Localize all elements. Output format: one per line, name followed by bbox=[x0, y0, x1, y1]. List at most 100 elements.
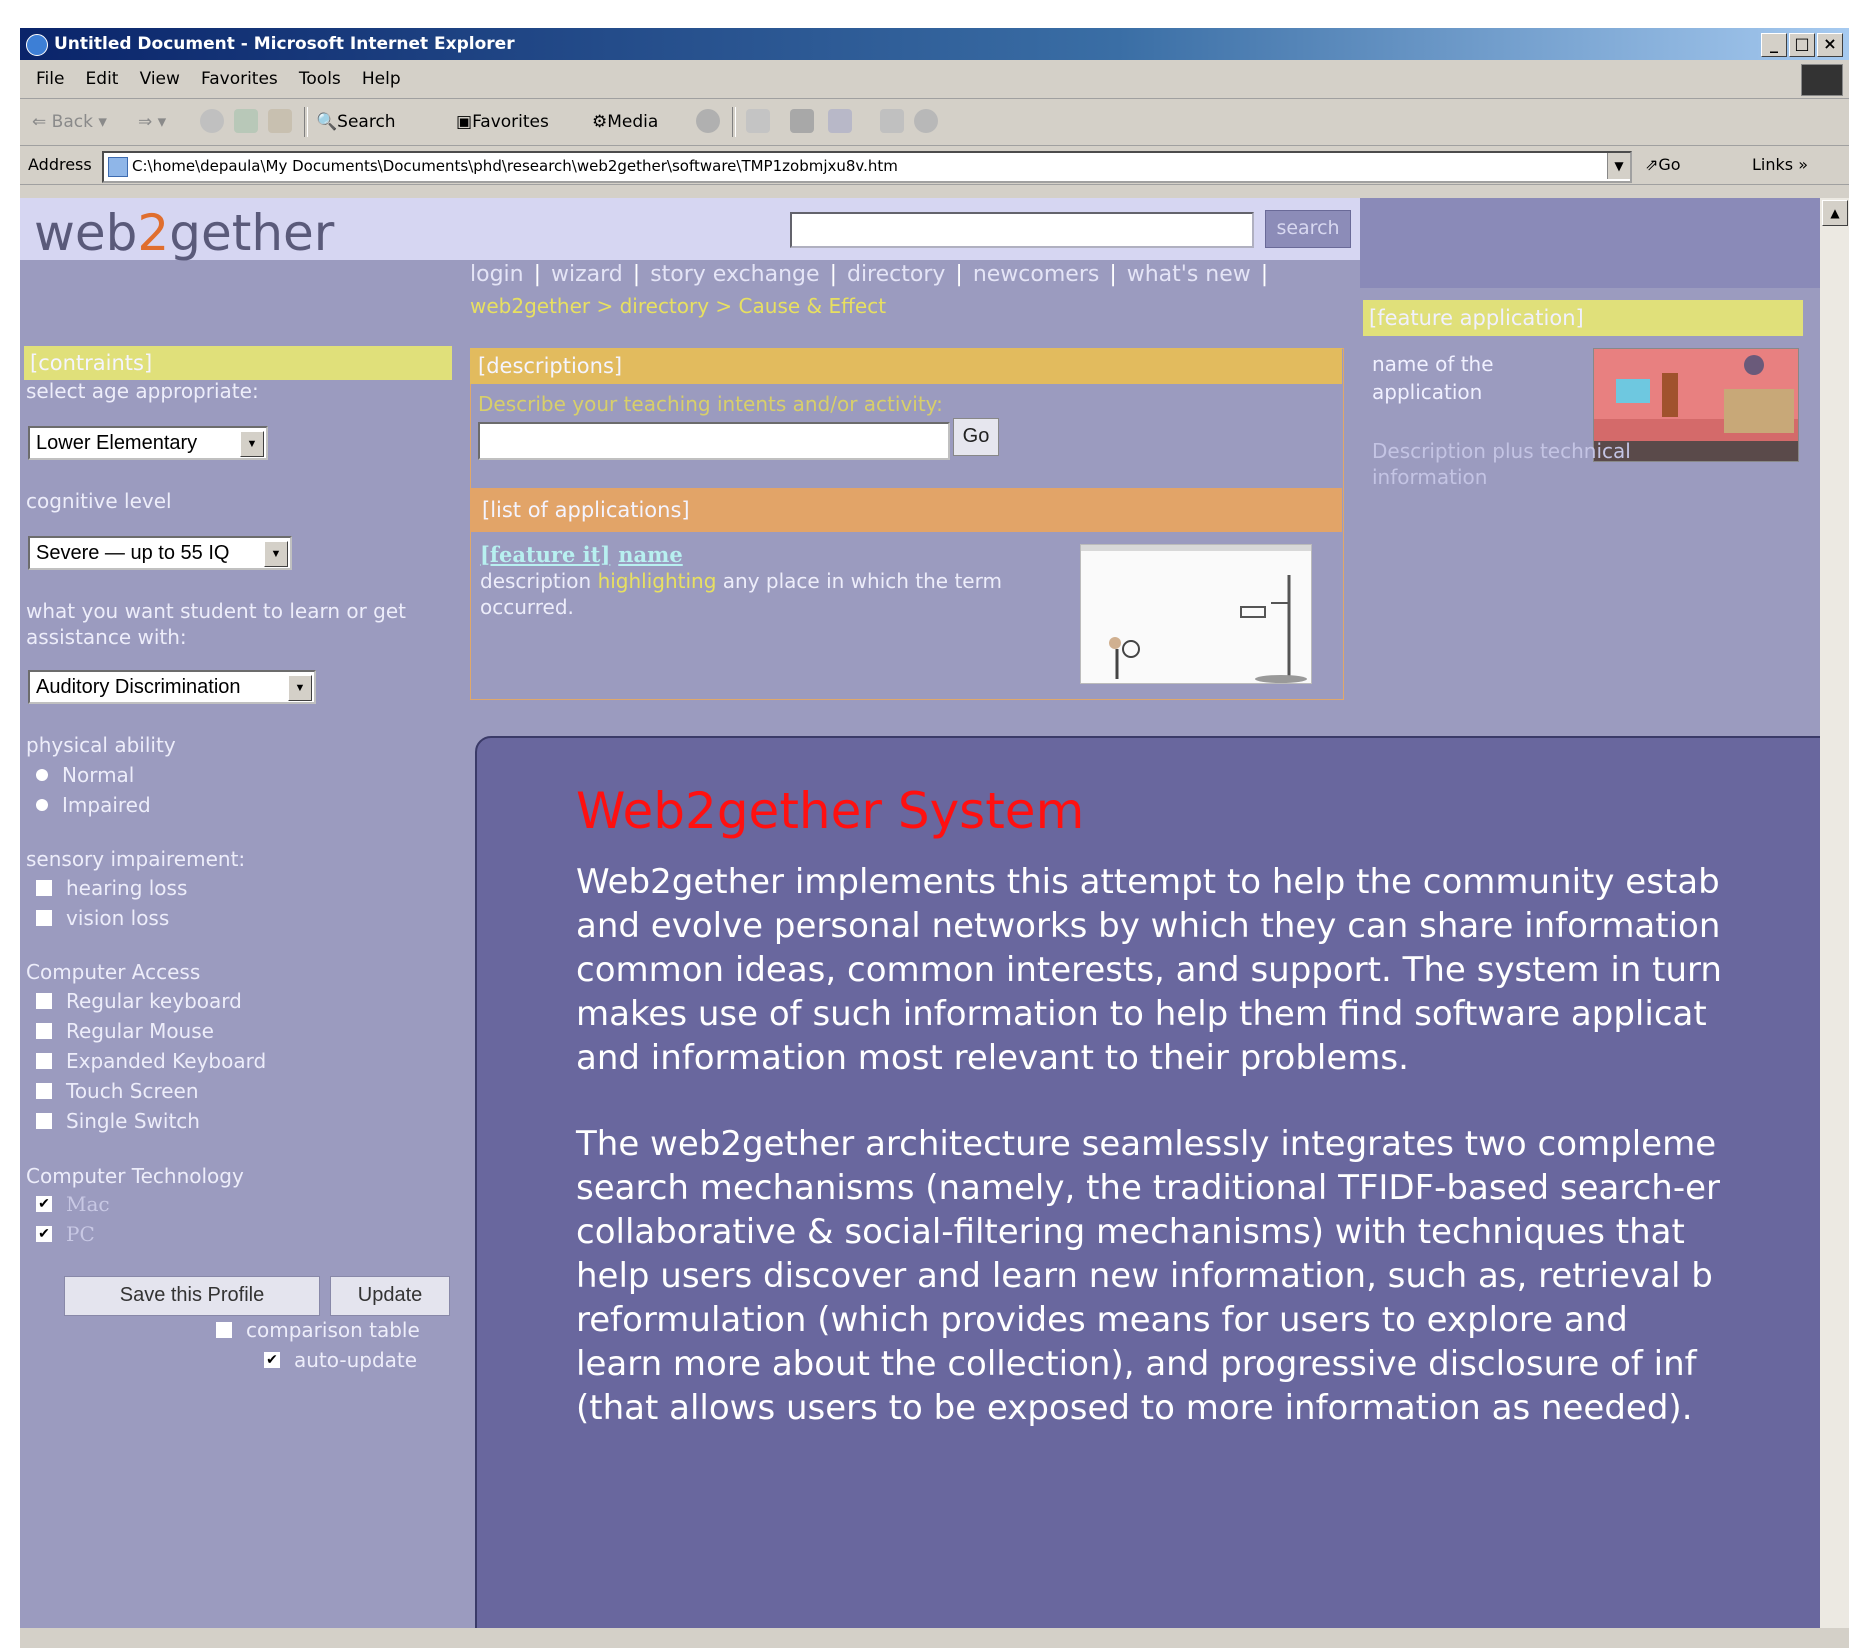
age-label: select age appropriate: bbox=[26, 379, 259, 403]
stop-icon[interactable] bbox=[200, 109, 224, 133]
basketball-illustration bbox=[1081, 545, 1311, 683]
save-profile-button[interactable]: Save this Profile bbox=[64, 1276, 320, 1316]
cognitive-label: cognitive level bbox=[26, 489, 172, 513]
single-switch-checkbox[interactable]: Single Switch bbox=[36, 1108, 200, 1134]
chevron-down-icon: ▼ bbox=[240, 431, 264, 457]
media-button[interactable]: ⚙Media bbox=[592, 109, 658, 135]
expanded-keyboard-checkbox[interactable]: Expanded Keyboard bbox=[36, 1048, 266, 1074]
checkmark-icon: ✔ bbox=[264, 1351, 280, 1368]
refresh-icon[interactable] bbox=[234, 109, 258, 133]
physical-label: physical ability bbox=[26, 733, 176, 757]
nav-login[interactable]: login bbox=[470, 262, 524, 287]
checkbox-icon bbox=[36, 992, 52, 1009]
application-item-title: [feature it] name bbox=[480, 542, 683, 567]
checkbox-icon bbox=[216, 1321, 232, 1338]
sensory-label: sensory impairement: bbox=[26, 847, 246, 871]
checkmark-icon: ✔ bbox=[36, 1225, 52, 1242]
favorites-button[interactable]: ▣Favorites bbox=[456, 109, 549, 135]
descriptions-header: [descriptions] bbox=[470, 348, 1342, 384]
feature-app-name: name of the application bbox=[1372, 352, 1494, 404]
vision-loss-checkbox[interactable]: vision loss bbox=[36, 905, 169, 931]
feature-it-link[interactable]: [feature it] bbox=[480, 542, 610, 567]
breadcrumb[interactable]: web2gether > directory > Cause & Effect bbox=[470, 294, 886, 318]
checkbox-icon bbox=[36, 1082, 52, 1099]
nav-wizard[interactable]: wizard bbox=[551, 262, 623, 287]
age-select[interactable]: Lower Elementary ▼ bbox=[28, 426, 268, 460]
chevron-down-icon: ▼ bbox=[264, 541, 288, 567]
feature-app-description: Description plus technical information bbox=[1372, 439, 1631, 489]
back-button[interactable]: ⇐ Back ▾ bbox=[32, 109, 107, 135]
constraints-header: [contraints] bbox=[24, 346, 452, 380]
application-name-link[interactable]: name bbox=[618, 542, 682, 567]
vertical-scrollbar[interactable]: ▲ bbox=[1820, 198, 1849, 1628]
links-button[interactable]: Links » bbox=[1752, 155, 1808, 174]
checkbox-icon bbox=[36, 879, 52, 896]
regular-mouse-checkbox[interactable]: Regular Mouse bbox=[36, 1018, 214, 1044]
menu-edit[interactable]: Edit bbox=[86, 60, 119, 98]
print-icon[interactable] bbox=[790, 109, 814, 133]
physical-normal-radio[interactable]: Normal bbox=[36, 762, 134, 788]
mac-checkbox[interactable]: ✔ Mac bbox=[36, 1191, 110, 1217]
application-item-description: description highlighting any place in wh… bbox=[480, 569, 1002, 619]
pc-checkbox[interactable]: ✔ PC bbox=[36, 1221, 95, 1247]
nav-whats-new[interactable]: what's new bbox=[1127, 262, 1251, 287]
history-icon[interactable] bbox=[696, 109, 720, 133]
close-button[interactable]: × bbox=[1817, 33, 1843, 57]
learn-label: what you want student to learn or get as… bbox=[26, 599, 407, 649]
go-button[interactable]: ⇗Go bbox=[1645, 155, 1681, 174]
status-bar bbox=[20, 1628, 1849, 1648]
nav-story-exchange[interactable]: story exchange bbox=[650, 262, 819, 287]
site-search-input[interactable] bbox=[790, 212, 1254, 248]
minimize-button[interactable]: _ bbox=[1761, 33, 1787, 57]
site-header: web2gether search bbox=[20, 198, 1360, 262]
cognitive-select[interactable]: Severe — up to 55 IQ ▼ bbox=[28, 536, 292, 570]
header-right-shade bbox=[1360, 198, 1820, 288]
descriptions-input[interactable] bbox=[478, 422, 950, 460]
mail-icon[interactable] bbox=[746, 109, 770, 133]
page-content: web2gether search login | wizard | story exc… bbox=[20, 198, 1820, 1628]
overlay-paragraph-2: The web2gether architecture seamlessly i… bbox=[576, 1124, 1720, 1428]
edit-icon[interactable] bbox=[828, 109, 852, 133]
site-search-button[interactable]: search bbox=[1265, 210, 1351, 248]
home-icon[interactable] bbox=[268, 109, 292, 133]
nav-directory[interactable]: directory bbox=[847, 262, 945, 287]
scroll-up-icon[interactable]: ▲ bbox=[1822, 200, 1848, 226]
descriptions-go-button[interactable]: Go bbox=[953, 418, 999, 456]
menu-file[interactable]: File bbox=[36, 60, 64, 98]
toolbar: ⇐ Back ▾ ⇒ ▾ 🔍Search ▣Favorites ⚙Media bbox=[20, 99, 1849, 146]
checkbox-icon bbox=[36, 909, 52, 926]
search-button[interactable]: 🔍Search bbox=[316, 109, 396, 135]
physical-impaired-radio[interactable]: Impaired bbox=[36, 792, 151, 818]
tech-label: Computer Technology bbox=[26, 1164, 244, 1188]
browser-window: Untitled Document - Microsoft Internet E… bbox=[20, 28, 1849, 1648]
menu-help[interactable]: Help bbox=[362, 60, 401, 98]
application-thumbnail[interactable] bbox=[1080, 544, 1312, 684]
hearing-loss-checkbox[interactable]: hearing loss bbox=[36, 875, 187, 901]
site-nav: login | wizard | story exchange | directory | ne… bbox=[470, 262, 1269, 287]
regular-keyboard-checkbox[interactable]: Regular keyboard bbox=[36, 988, 242, 1014]
address-input[interactable] bbox=[132, 155, 1592, 177]
touch-screen-checkbox[interactable]: Touch Screen bbox=[36, 1078, 199, 1104]
nav-newcomers[interactable]: newcomers bbox=[973, 262, 1100, 287]
toolbar-separator bbox=[732, 107, 736, 137]
checkbox-icon bbox=[36, 1052, 52, 1069]
forward-button[interactable]: ⇒ ▾ bbox=[138, 109, 166, 135]
address-dropdown-icon[interactable]: ▼ bbox=[1607, 153, 1630, 179]
discuss-icon[interactable] bbox=[880, 109, 904, 133]
menu-view[interactable]: View bbox=[140, 60, 180, 98]
maximize-button[interactable]: □ bbox=[1789, 33, 1815, 57]
window-title: Untitled Document - Microsoft Internet E… bbox=[54, 34, 515, 54]
title-bar: Untitled Document - Microsoft Internet E… bbox=[20, 28, 1849, 60]
site-logo[interactable]: web2gether bbox=[34, 204, 334, 262]
toolbar-separator bbox=[304, 107, 308, 137]
update-button[interactable]: Update bbox=[330, 1276, 450, 1316]
auto-update-checkbox[interactable]: ✔ auto-update bbox=[264, 1347, 417, 1373]
learn-select[interactable]: Auditory Discrimination ▼ bbox=[28, 670, 316, 704]
checkbox-icon bbox=[36, 1022, 52, 1039]
menu-favorites[interactable]: Favorites bbox=[201, 60, 278, 98]
radio-icon bbox=[36, 768, 48, 781]
address-label: Address bbox=[28, 155, 92, 174]
menu-tools[interactable]: Tools bbox=[299, 60, 341, 98]
comparison-table-checkbox[interactable]: comparison table bbox=[216, 1317, 420, 1343]
messenger-icon[interactable] bbox=[914, 109, 938, 133]
